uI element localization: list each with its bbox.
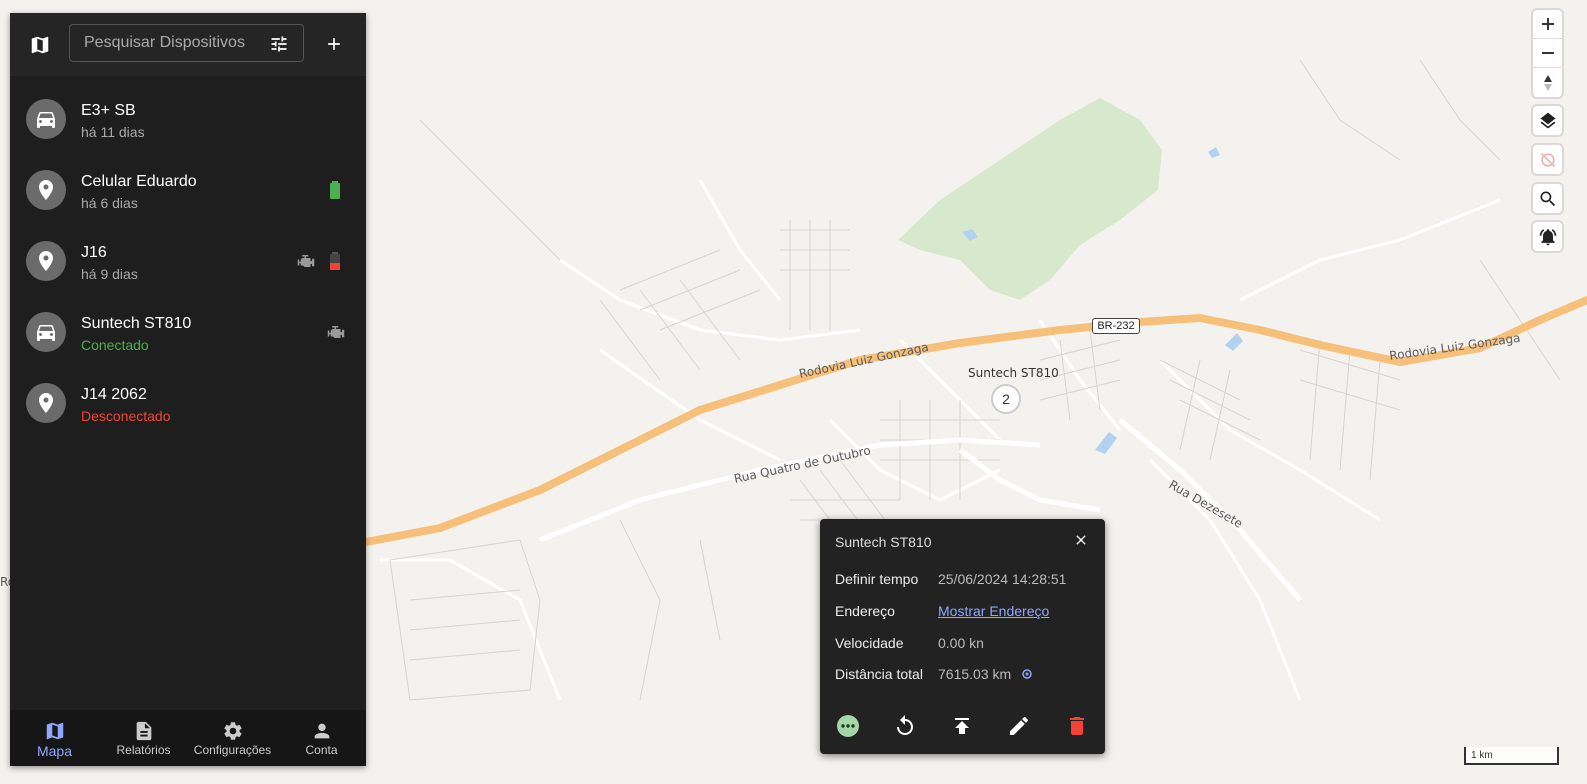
engine-icon — [297, 255, 315, 267]
search-control — [1533, 184, 1562, 213]
filter-icon[interactable] — [269, 34, 289, 54]
send-command-icon[interactable] — [950, 714, 974, 738]
row-label: Velocidade — [835, 635, 904, 651]
device-avatar — [26, 383, 66, 423]
device-marker-label: Suntech ST810 — [968, 366, 1059, 380]
compass-button[interactable] — [1533, 68, 1562, 97]
zoom-in-button[interactable] — [1533, 10, 1562, 39]
notification-control — [1533, 222, 1562, 251]
zoom-controls — [1533, 10, 1562, 97]
device-list: E3+ SB há 11 dias Celular Eduardo há 6 d… — [10, 84, 366, 439]
device-item-celular-eduardo[interactable]: Celular Eduardo há 6 dias — [10, 155, 366, 226]
row-label: Endereço — [835, 603, 895, 619]
car-icon — [37, 325, 55, 341]
device-sidebar: E3+ SB há 11 dias Celular Eduardo há 6 d… — [10, 13, 366, 766]
bell-alarm-icon — [1539, 228, 1556, 245]
sidebar-toolbar — [10, 13, 366, 76]
compass-icon — [1543, 74, 1552, 91]
map-search-button[interactable] — [1533, 184, 1562, 213]
map-scale: 1 km — [1464, 747, 1559, 765]
device-status: há 11 dias — [81, 124, 145, 140]
edit-icon[interactable] — [1007, 714, 1031, 738]
device-name: J16 — [81, 244, 107, 261]
close-icon[interactable] — [1073, 532, 1089, 548]
location-pin-icon — [39, 393, 53, 413]
location-pin-icon — [39, 251, 53, 271]
device-name: J14 2062 — [81, 386, 147, 403]
search-field[interactable] — [69, 24, 304, 62]
row-label: Distância total — [835, 666, 923, 682]
device-item-e3-sb[interactable]: E3+ SB há 11 dias — [10, 84, 366, 155]
zoom-out-button[interactable] — [1533, 39, 1562, 68]
layers-icon — [1540, 112, 1555, 129]
row-label: Definir tempo — [835, 571, 919, 587]
follow-control — [1533, 145, 1562, 174]
battery-low-icon — [330, 252, 340, 270]
delete-icon[interactable] — [1065, 714, 1089, 738]
replay-icon[interactable] — [893, 714, 917, 738]
nav-map[interactable]: Mapa — [10, 710, 99, 766]
popup-title: Suntech ST810 — [835, 534, 932, 550]
engine-icon — [327, 326, 345, 338]
map-icon — [46, 722, 63, 740]
more-options-icon[interactable] — [836, 714, 860, 738]
gear-icon — [223, 722, 242, 740]
car-icon — [37, 112, 55, 128]
person-icon — [314, 723, 329, 739]
popup-actions — [820, 714, 1105, 738]
layers-button[interactable] — [1533, 106, 1562, 135]
highway-shield: BR-232 — [1092, 318, 1140, 334]
device-status: Conectado — [81, 337, 149, 353]
search-input[interactable] — [82, 33, 266, 53]
search-icon — [1540, 191, 1555, 206]
add-device-icon[interactable] — [324, 34, 344, 54]
row-value: 7615.03 km — [938, 666, 1012, 682]
nav-reports[interactable]: Relatórios — [99, 710, 188, 766]
marker-cluster[interactable]: 2 — [991, 384, 1021, 414]
nav-label: Relatórios — [116, 743, 171, 757]
nav-label: Mapa — [36, 743, 73, 759]
nav-label: Conta — [305, 743, 338, 757]
notifications-button[interactable] — [1533, 222, 1562, 251]
device-name: E3+ SB — [81, 102, 136, 119]
row-value: 25/06/2024 14:28:51 — [938, 571, 1067, 587]
gear-icon[interactable] — [1021, 668, 1033, 680]
nav-settings[interactable]: Configurações — [188, 710, 277, 766]
nav-label: Configurações — [193, 743, 272, 757]
location-pin-icon — [39, 180, 53, 200]
layers-control — [1533, 106, 1562, 135]
map-toggle-icon[interactable] — [29, 34, 51, 56]
device-avatar — [26, 99, 66, 139]
follow-button[interactable] — [1533, 145, 1562, 174]
report-icon — [136, 721, 151, 741]
minus-icon — [1541, 52, 1554, 54]
nav-account[interactable]: Conta — [277, 710, 366, 766]
plus-icon — [1541, 18, 1554, 30]
location-disabled-icon — [1540, 152, 1555, 167]
device-item-j16[interactable]: J16 há 9 dias — [10, 226, 366, 297]
device-name: Celular Eduardo — [81, 173, 197, 190]
device-status: Desconectado — [81, 408, 171, 424]
show-address-link[interactable]: Mostrar Endereço — [938, 603, 1049, 619]
device-item-suntech-st810[interactable]: Suntech ST810 Conectado — [10, 297, 366, 368]
battery-full-icon — [330, 181, 340, 199]
device-avatar — [26, 241, 66, 281]
bottom-navigation: Mapa Relatórios Configurações Conta — [10, 710, 366, 766]
device-name: Suntech ST810 — [81, 315, 192, 332]
device-avatar — [26, 170, 66, 210]
device-status: há 6 dias — [81, 195, 138, 211]
device-avatar — [26, 312, 66, 352]
device-status: há 9 dias — [81, 266, 138, 282]
device-item-j14-2062[interactable]: J14 2062 Desconectado — [10, 368, 366, 439]
row-value: 0.00 kn — [938, 635, 984, 651]
device-popup: Suntech ST810 Definir tempo 25/06/2024 1… — [820, 519, 1105, 754]
